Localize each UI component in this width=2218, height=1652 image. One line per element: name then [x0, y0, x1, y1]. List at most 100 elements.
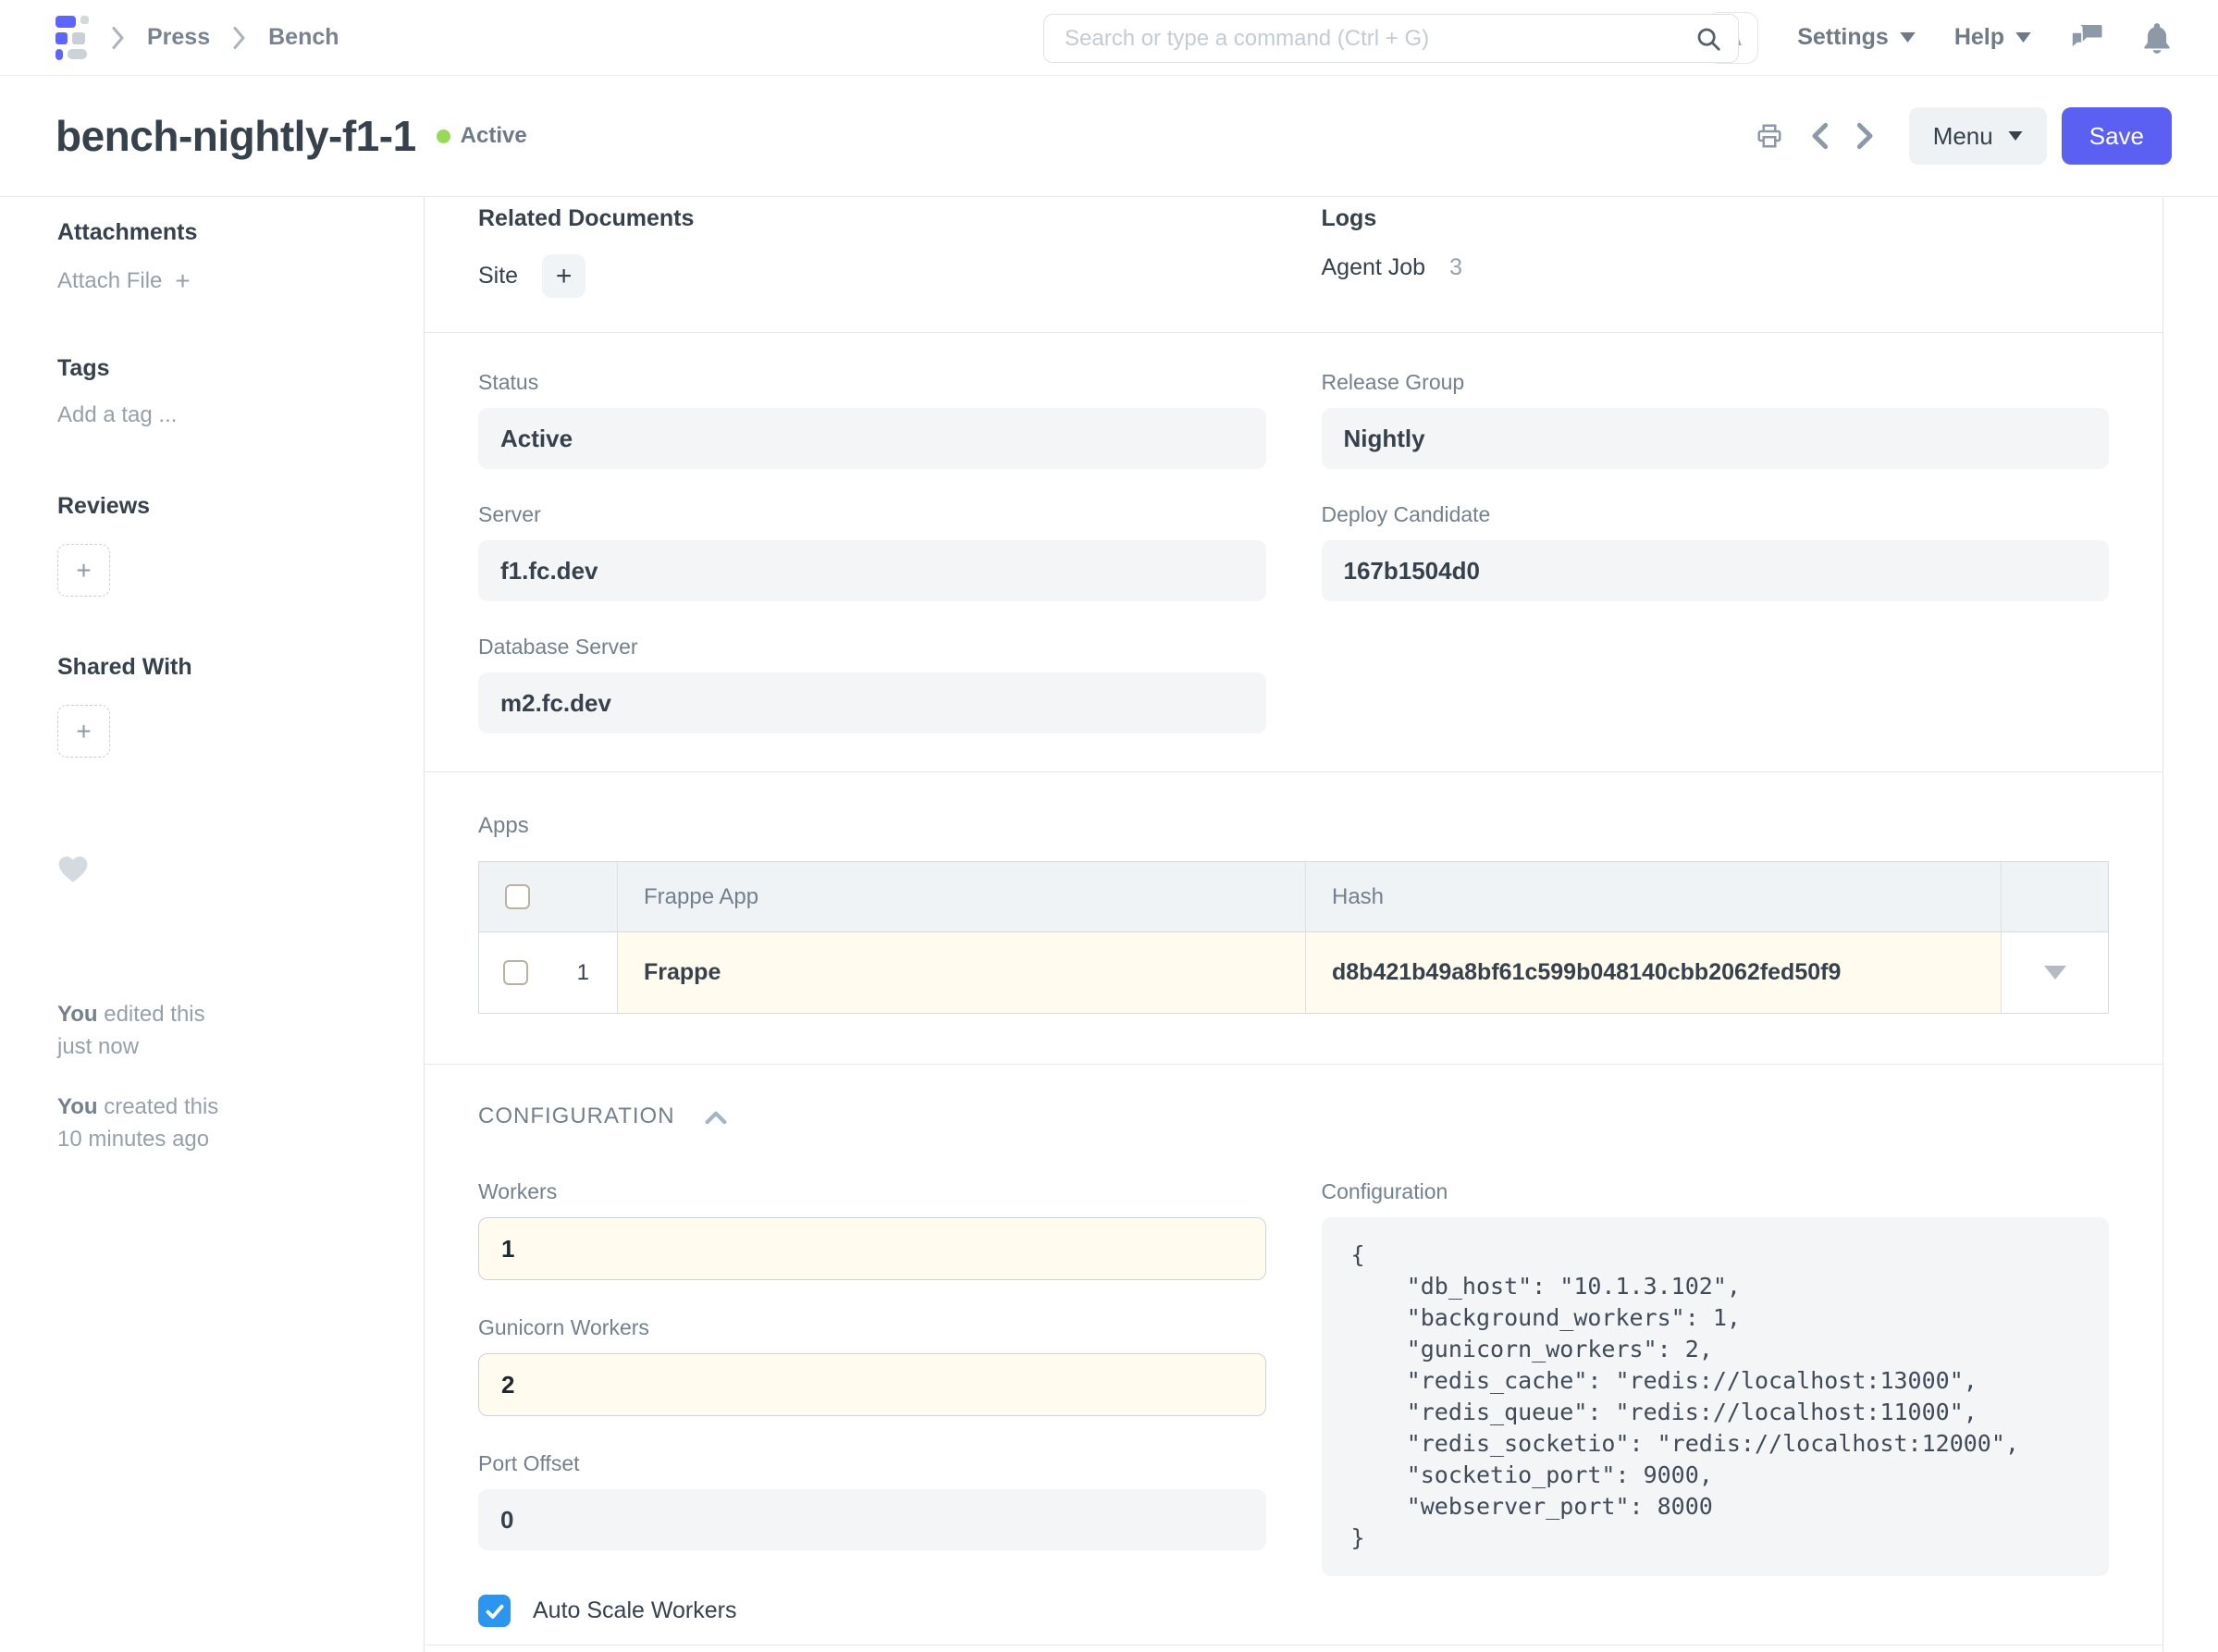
- caret-down-icon: [2015, 32, 2031, 43]
- logs-heading: Logs: [1322, 205, 2110, 232]
- add-site-button[interactable]: +: [542, 254, 585, 298]
- bell-icon[interactable]: [2142, 22, 2172, 54]
- details-section: Status Active Server f1.fc.dev Database …: [425, 333, 2163, 772]
- agent-job-link[interactable]: Agent Job: [1322, 254, 1426, 281]
- timeline-entry: You edited this just now: [57, 998, 387, 1063]
- select-all-checkbox[interactable]: [505, 884, 530, 909]
- attachments-heading: Attachments: [57, 219, 387, 246]
- field-release-group: Release Group Nightly: [1322, 370, 2110, 469]
- configuration-section: CONFIGURATION Workers Gunicorn Workers: [425, 1065, 2163, 1646]
- add-review-button[interactable]: +: [57, 544, 110, 597]
- reviews-heading: Reviews: [57, 493, 387, 520]
- release-group-value: Nightly: [1322, 408, 2110, 469]
- chevron-right-icon: [1855, 122, 1876, 150]
- apps-table: Frappe App Hash 1 Frappe d8b421b49a8bf61…: [478, 861, 2109, 1014]
- plus-icon: +: [76, 717, 91, 746]
- menu-button[interactable]: Menu: [1909, 107, 2047, 165]
- chevron-up-icon: [705, 1110, 727, 1124]
- database-server-value: m2.fc.dev: [478, 672, 1266, 734]
- auto-scale-label: Auto Scale Workers: [533, 1597, 736, 1624]
- auto-scale-checkbox[interactable]: [478, 1595, 511, 1627]
- print-button[interactable]: [1750, 117, 1789, 155]
- form-main: Related Documents Site + Logs Agent Job …: [424, 197, 2163, 1652]
- table-header-row: Frappe App Hash: [479, 862, 2108, 932]
- breadcrumb: Press Bench: [55, 16, 339, 60]
- gunicorn-workers-input[interactable]: [478, 1353, 1266, 1416]
- form-sidebar: Attachments Attach File + Tags Add a tag…: [0, 197, 424, 1652]
- chevron-left-icon: [1809, 122, 1830, 150]
- attach-file-button[interactable]: Attach File +: [57, 266, 387, 296]
- deploy-candidate-value: 167b1504d0: [1322, 540, 2110, 601]
- help-dropdown[interactable]: Help: [1954, 24, 2031, 51]
- field-status: Status Active: [478, 370, 1266, 469]
- cell-frappe-app[interactable]: Frappe: [618, 932, 1306, 1013]
- table-row: 1 Frappe d8b421b49a8bf61c599b048140cbb20…: [479, 932, 2108, 1013]
- global-search: [1043, 14, 1739, 63]
- column-header-hash: Hash: [1306, 862, 2002, 931]
- field-label: Status: [478, 370, 1266, 395]
- dashboard-links-section: Related Documents Site + Logs Agent Job …: [425, 197, 2163, 333]
- workers-input[interactable]: [478, 1217, 1266, 1280]
- field-deploy-candidate: Deploy Candidate 167b1504d0: [1322, 502, 2110, 601]
- status-indicator: Active: [437, 123, 527, 149]
- field-server: Server f1.fc.dev: [478, 502, 1266, 601]
- field-label: Port Offset: [478, 1451, 1266, 1476]
- prev-document-button[interactable]: [1804, 117, 1835, 155]
- row-checkbox[interactable]: [503, 960, 528, 985]
- plus-icon: +: [76, 556, 91, 586]
- site-link[interactable]: Site: [478, 263, 518, 290]
- search-input[interactable]: [1043, 14, 1739, 63]
- printer-icon: [1756, 122, 1783, 150]
- save-button[interactable]: Save: [2062, 107, 2172, 165]
- field-label: Database Server: [478, 635, 1266, 660]
- caret-down-icon: [2008, 131, 2023, 141]
- share-button[interactable]: +: [57, 705, 110, 758]
- configuration-label: Configuration: [1322, 1179, 2110, 1204]
- next-document-button[interactable]: [1850, 117, 1881, 155]
- field-label: Gunicorn Workers: [478, 1315, 1266, 1340]
- shared-with-heading: Shared With: [57, 654, 387, 681]
- field-label: Server: [478, 502, 1266, 527]
- apps-heading: Apps: [478, 813, 2109, 839]
- field-database-server: Database Server m2.fc.dev: [478, 635, 1266, 734]
- chat-icon[interactable]: [2070, 23, 2103, 53]
- field-workers: Workers: [478, 1179, 1266, 1280]
- apps-section: Apps Frappe App Hash 1 Frappe d8b421b49a…: [425, 772, 2163, 1065]
- timeline-entry: You created this 10 minutes ago: [57, 1091, 387, 1155]
- field-label: Workers: [478, 1179, 1266, 1204]
- heart-icon: [57, 854, 89, 883]
- column-header-frappe-app: Frappe App: [618, 862, 1306, 931]
- chevron-right-icon: [232, 27, 246, 49]
- configuration-json: { "db_host": "10.1.3.102", "background_w…: [1322, 1217, 2110, 1576]
- settings-dropdown[interactable]: Settings: [1797, 24, 1916, 51]
- field-label: Release Group: [1322, 370, 2110, 395]
- tags-heading: Tags: [57, 355, 387, 382]
- configuration-section-toggle[interactable]: CONFIGURATION: [478, 1103, 2109, 1129]
- row-index: 1: [577, 960, 589, 986]
- agent-job-count: 3: [1449, 254, 1462, 281]
- plus-icon: +: [556, 261, 573, 292]
- row-expand-button[interactable]: [2044, 966, 2066, 980]
- checkmark-icon: [484, 1600, 506, 1622]
- plus-icon: +: [175, 266, 190, 296]
- field-port-offset: Port Offset 0: [478, 1451, 1266, 1550]
- chevron-right-icon: [111, 27, 125, 49]
- status-dot: [437, 129, 450, 143]
- field-label: Deploy Candidate: [1322, 502, 2110, 527]
- status-value: Active: [478, 408, 1266, 469]
- port-offset-value: 0: [478, 1489, 1266, 1550]
- navbar-actions: A Settings Help: [1707, 12, 2172, 64]
- cell-hash[interactable]: d8b421b49a8bf61c599b048140cbb2062fed50f9: [1306, 932, 2002, 1013]
- page-title: bench-nightly-f1-1: [55, 111, 416, 161]
- search-icon: [1694, 25, 1722, 53]
- field-gunicorn-workers: Gunicorn Workers: [478, 1315, 1266, 1416]
- app-logo[interactable]: [55, 16, 89, 60]
- timeline: You edited this just now You created thi…: [57, 998, 387, 1155]
- navbar: Press Bench A Settings Help: [0, 0, 2218, 76]
- add-tag-input[interactable]: Add a tag ...: [57, 402, 387, 428]
- related-documents-heading: Related Documents: [478, 205, 1266, 232]
- auto-scale-workers-field: Auto Scale Workers: [478, 1595, 1266, 1627]
- like-button[interactable]: [57, 854, 89, 883]
- breadcrumb-item-press[interactable]: Press: [147, 24, 210, 51]
- breadcrumb-item-bench[interactable]: Bench: [268, 24, 339, 51]
